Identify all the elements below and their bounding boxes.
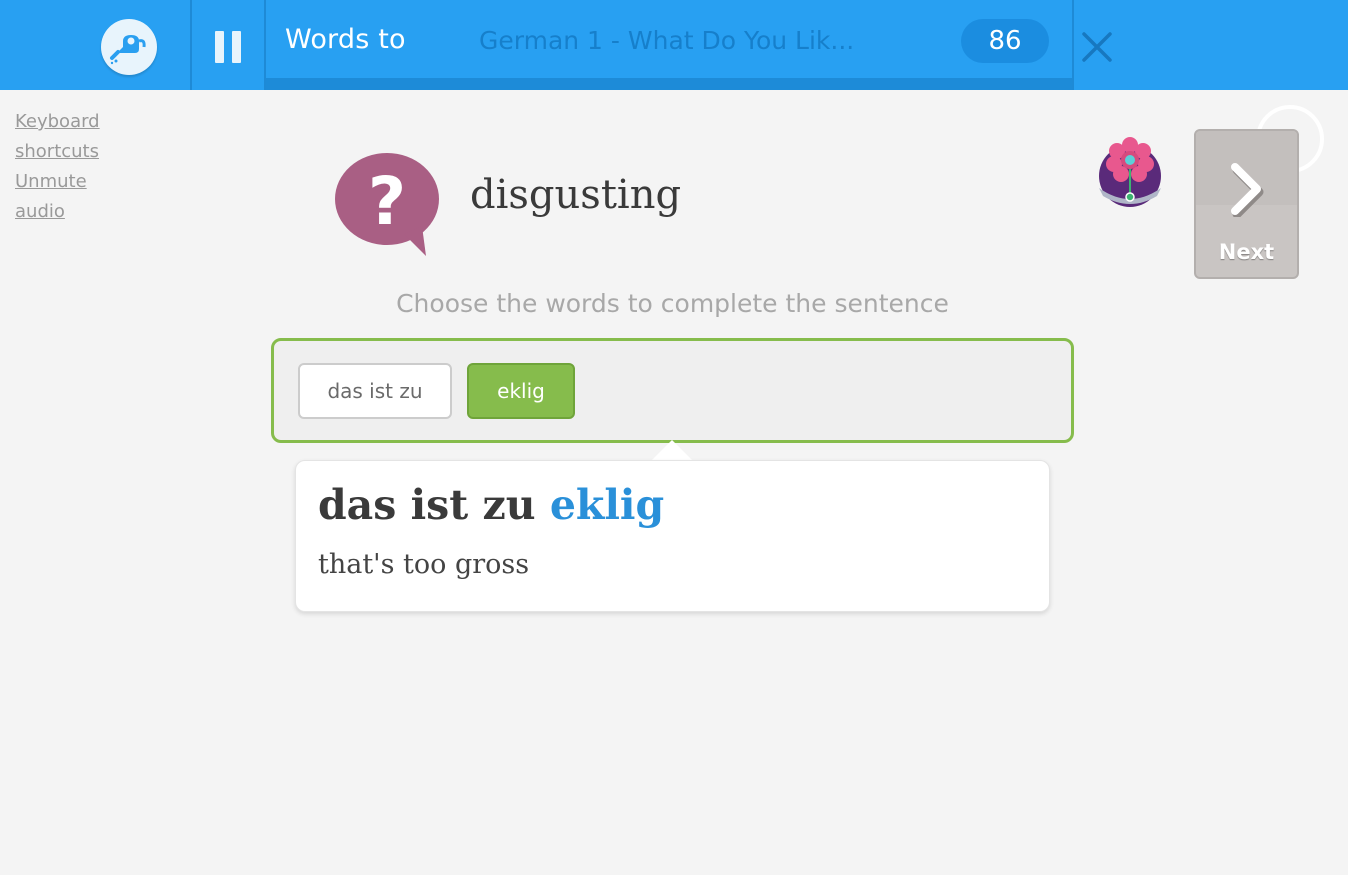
- keyboard-shortcuts-link-line2[interactable]: shortcuts: [15, 137, 125, 167]
- unmute-audio-link-line2[interactable]: audio: [15, 197, 125, 227]
- answer-box[interactable]: das ist zu eklig: [271, 338, 1074, 443]
- question-bubble-icon: ?: [334, 152, 444, 260]
- phrase-prefix: das ist zu: [318, 481, 536, 529]
- top-bar: Words to German 1 - What Do You Lik... 8…: [0, 0, 1348, 90]
- pause-icon: [215, 31, 224, 63]
- chevron-right-icon: [1231, 163, 1264, 217]
- instruction-text: Choose the words to complete the sentenc…: [396, 289, 949, 318]
- pause-button[interactable]: [192, 0, 264, 90]
- pause-icon-bar: [232, 31, 241, 63]
- score-badge: 86: [961, 19, 1049, 63]
- close-button[interactable]: [1080, 30, 1114, 64]
- svg-text:?: ?: [368, 163, 406, 240]
- word-chip-selected[interactable]: eklig: [467, 363, 575, 419]
- tooltip-arrow: [651, 440, 693, 461]
- unmute-audio-link[interactable]: Unmute: [15, 167, 125, 197]
- phrase-highlight: eklig: [549, 481, 665, 529]
- mode-title: Words to: [285, 24, 406, 55]
- header-divider: [264, 0, 266, 90]
- sidebar-links: Keyboard shortcuts Unmute audio: [15, 107, 125, 227]
- next-button[interactable]: Next: [1194, 129, 1299, 279]
- course-title: German 1 - What Do You Lik...: [479, 26, 855, 55]
- watering-can-logo-icon[interactable]: [101, 19, 157, 75]
- word-chip-fixed: das ist zu: [298, 363, 452, 419]
- header-divider: [1072, 0, 1074, 90]
- translation-card: das ist zu eklig that's too gross: [295, 460, 1050, 612]
- next-label: Next: [1218, 240, 1275, 264]
- keyboard-shortcuts-link[interactable]: Keyboard: [15, 107, 125, 137]
- prompt-word: disgusting: [470, 172, 682, 218]
- close-icon: [1082, 32, 1112, 62]
- progress-bar: [266, 78, 1072, 90]
- translation-text: that's too gross: [318, 549, 530, 580]
- answer-phrase: das ist zu eklig: [318, 481, 664, 529]
- logo-area[interactable]: [0, 0, 190, 90]
- flower-growth-icon: [1097, 136, 1163, 208]
